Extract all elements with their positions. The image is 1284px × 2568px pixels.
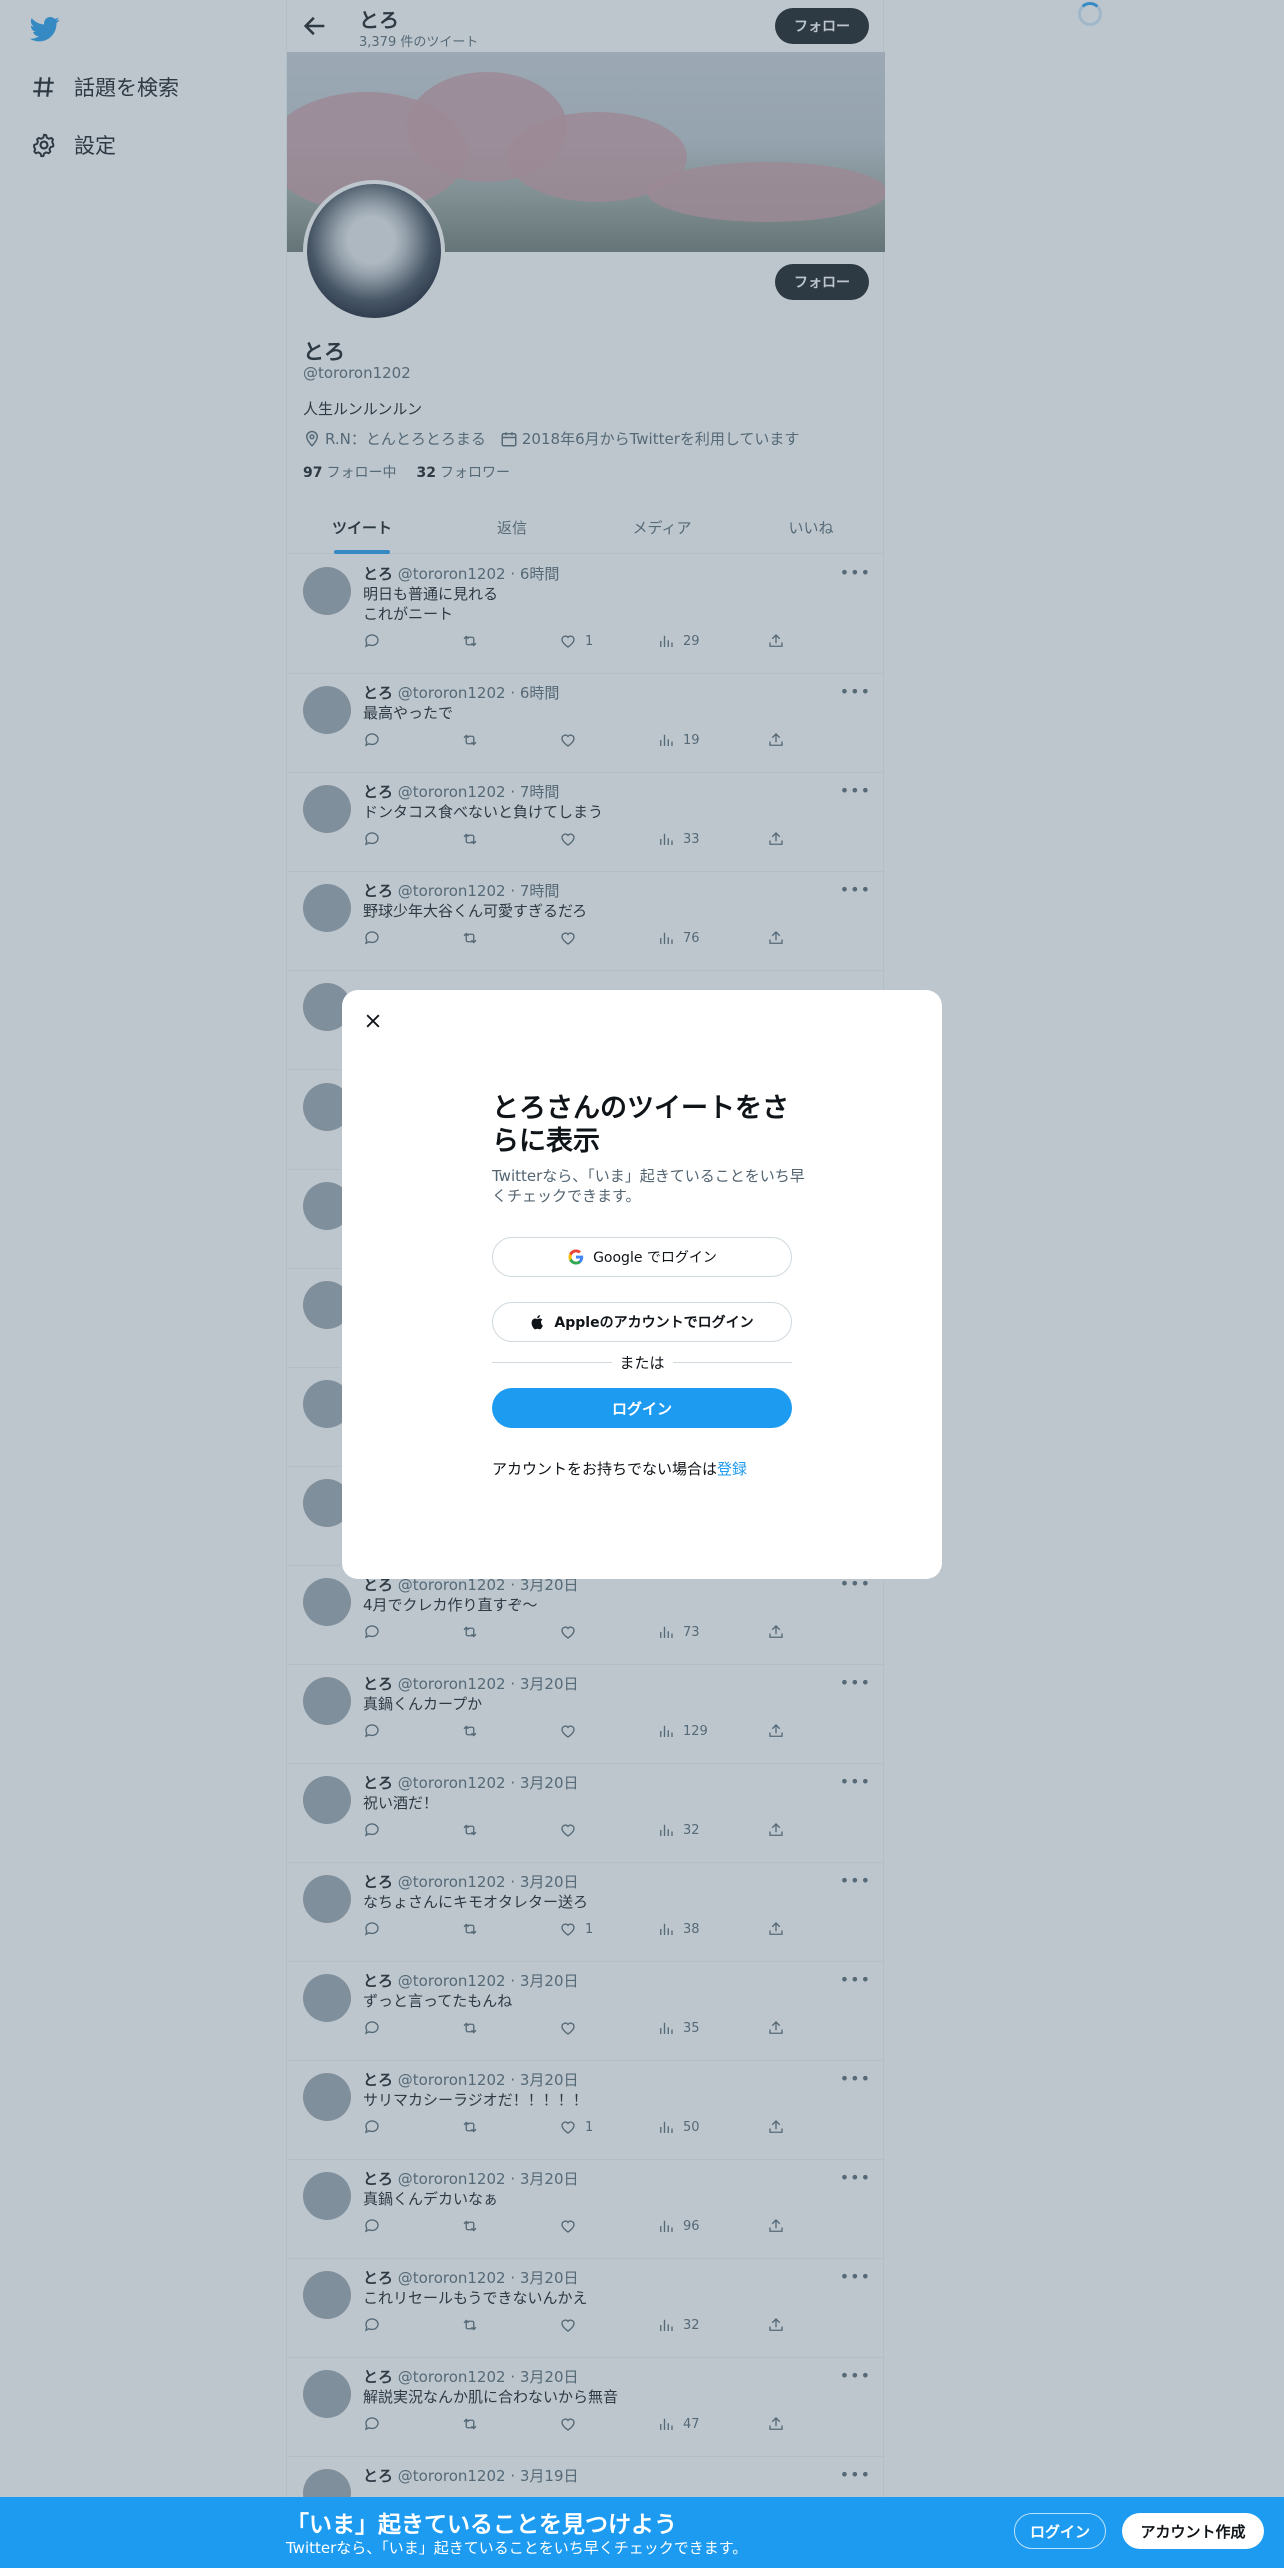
bottom-signup-bar: 「いま」起きていることを見つけよう Twitterなら、「いま」起きていることを… (0, 2497, 1284, 2568)
bottom-signup-button[interactable]: アカウント作成 (1122, 2513, 1264, 2549)
modal-title: とろさんのツイートをさらに表示 (492, 1093, 789, 1157)
login-button[interactable]: ログイン (492, 1388, 792, 1428)
bottom-login-button[interactable]: ログイン (1014, 2513, 1106, 2549)
modal-subtitle: Twitterなら、「いま」起きていることをいち早くチェックできます。 (492, 1167, 805, 1205)
apple-icon (532, 1315, 544, 1330)
close-icon (366, 1014, 380, 1028)
or-label: または (619, 1353, 665, 1372)
apple-login-label: Appleのアカウントでログイン (554, 1315, 754, 1331)
signup-link[interactable]: 登録 (717, 1460, 747, 1478)
close-button[interactable] (356, 1004, 390, 1038)
bottom-bar-subtitle: Twitterなら、「いま」起きていることをいち早くチェックできます。 (286, 2539, 748, 2557)
google-icon (568, 1249, 584, 1265)
bottom-bar-title: 「いま」起きていることを見つけよう (286, 2512, 677, 2538)
google-login-label: Google でログイン (593, 1250, 717, 1266)
signup-prompt: アカウントをお持ちでない場合は登録 (492, 1458, 747, 1479)
signup-text: アカウントをお持ちでない場合は (492, 1460, 718, 1478)
google-login-button[interactable]: Google でログイン (492, 1237, 792, 1277)
or-divider: または (492, 1352, 793, 1372)
login-modal: とろさんのツイートをさらに表示 Twitterなら、「いま」起きていることをいち… (342, 990, 942, 1579)
apple-login-button[interactable]: Appleのアカウントでログイン (492, 1302, 792, 1342)
